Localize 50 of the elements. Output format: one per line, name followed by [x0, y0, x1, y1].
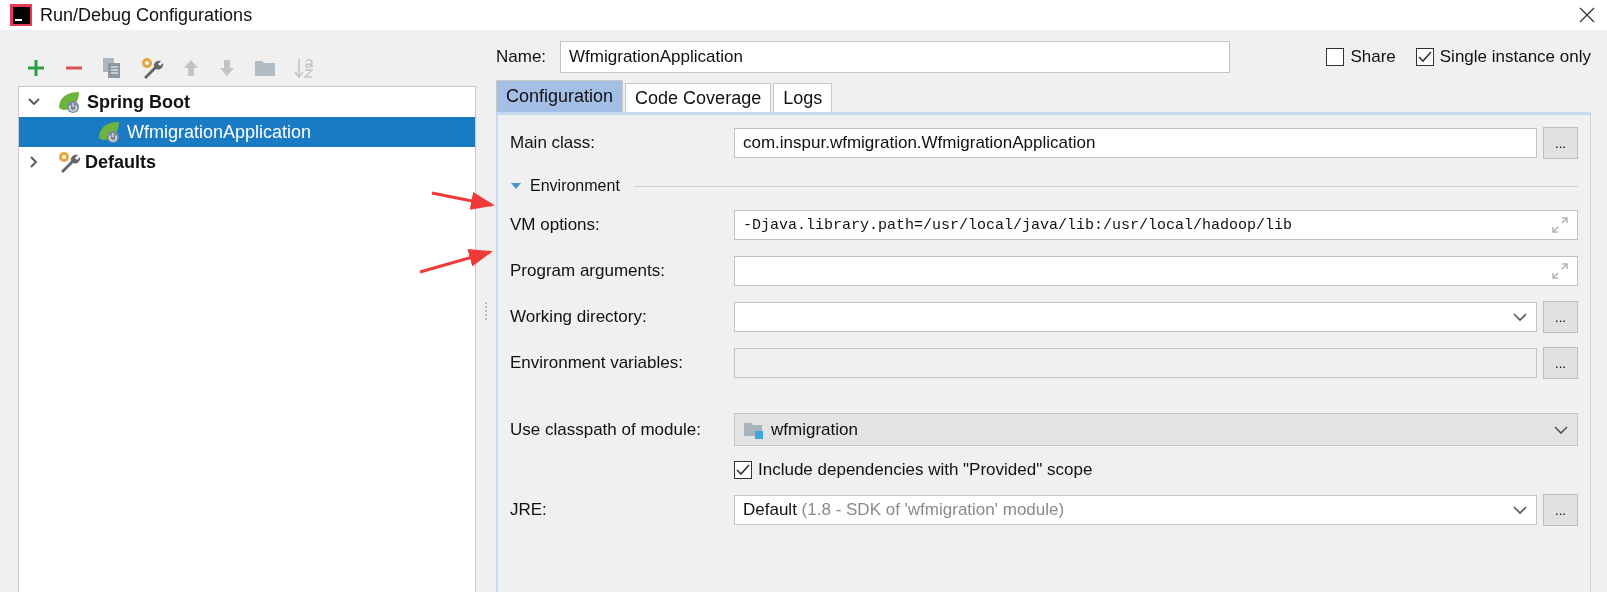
folder-icon[interactable] [254, 59, 276, 77]
checkbox-label: Include dependencies with "Provided" scope [758, 460, 1093, 480]
sort-icon[interactable] [294, 57, 316, 79]
window-title: Run/Debug Configurations [40, 4, 253, 26]
caret-icon [1512, 312, 1528, 322]
caret-icon [1553, 424, 1569, 435]
combo-field[interactable]: Default (1.8 - SDK of 'wfmigration' module) [734, 495, 1537, 525]
caret-icon [1512, 505, 1528, 515]
tree-item[interactable]: Defaults [19, 147, 475, 177]
browse-button[interactable]: ... [1543, 301, 1578, 333]
tab[interactable]: Code Coverage [625, 83, 772, 112]
field-label: Environment variables: [510, 353, 684, 373]
checkbox[interactable] [734, 461, 752, 479]
expand-icon[interactable] [1551, 216, 1569, 234]
module-dropdown[interactable]: wfmigration [734, 413, 1578, 446]
name-label: Name: [496, 47, 547, 67]
input-field[interactable]: -Djava.library.path=/usr/local/java/lib:/usr/local/hadoop/lib [734, 210, 1578, 240]
input-field[interactable]: com.inspur.wfmigration.WfmigrationApplication [734, 128, 1537, 158]
splitter-handle[interactable] [484, 301, 488, 321]
browse-button[interactable]: ... [1543, 494, 1578, 526]
field-label: Main class: [510, 133, 597, 153]
checkbox-label: Single instance only [1439, 47, 1591, 67]
tab[interactable]: Logs [773, 83, 833, 112]
field-label: JRE: [510, 500, 548, 520]
close-icon[interactable] [1579, 7, 1595, 23]
tree-item[interactable]: WfmigrationApplication [19, 117, 475, 147]
checkbox[interactable] [1326, 48, 1345, 66]
add-icon[interactable] [26, 58, 46, 78]
field-label: VM options: [510, 215, 601, 235]
combo-field[interactable] [734, 302, 1537, 332]
field-label: Program arguments: [510, 261, 666, 281]
browse-button[interactable]: ... [1543, 127, 1578, 159]
move-up-icon[interactable] [182, 58, 200, 78]
tab[interactable]: Configuration [496, 80, 624, 112]
tree-item[interactable]: Spring Boot [19, 87, 475, 117]
expand-icon[interactable] [1551, 262, 1569, 280]
field-label: Working directory: [510, 307, 648, 327]
checkbox[interactable] [1415, 48, 1434, 66]
annotation-arrow [431, 191, 495, 210]
expanded-triangle-icon[interactable] [510, 181, 522, 191]
input-field[interactable] [734, 256, 1578, 286]
move-down-icon[interactable] [218, 58, 236, 78]
name-field[interactable]: WfmigrationApplication [560, 41, 1231, 73]
wrench-icon [140, 56, 164, 80]
field-label: Use classpath of module: [510, 419, 702, 440]
checkbox-label: Share [1350, 47, 1396, 67]
wrench-icon [57, 150, 81, 174]
app-logo-icon [10, 4, 32, 26]
copy-icon[interactable] [102, 57, 122, 79]
section-title: Environment [530, 177, 620, 195]
